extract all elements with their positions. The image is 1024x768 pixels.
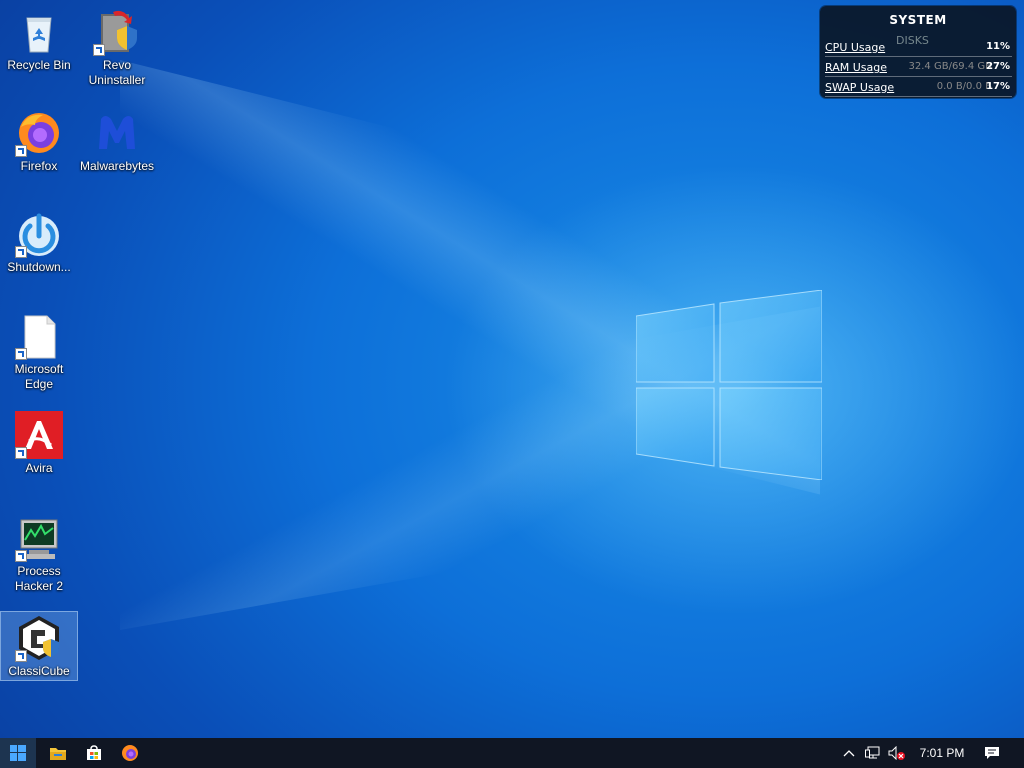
widget-title: SYSTEM <box>889 13 947 27</box>
cpu-usage-label: CPU Usage <box>825 41 886 54</box>
taskbar-clock[interactable]: 7:01 PM <box>910 738 974 768</box>
revo-uninstaller-icon <box>93 8 141 56</box>
classicube-icon <box>15 614 63 662</box>
taskbar-microsoft-store[interactable] <box>76 738 112 768</box>
windows-logo-wallpaper <box>636 290 822 480</box>
system-monitor-widget[interactable]: SYSTEM DISKS CPU Usage 11% RAM Usage 32.… <box>820 6 1016 98</box>
malwarebytes-icon <box>93 109 141 157</box>
ram-usage-detail: 32.4 GB/69.4 GB <box>908 61 992 72</box>
microsoft-store-icon <box>87 745 101 760</box>
desktop-icon-shutdown[interactable]: Shutdown... <box>1 208 77 276</box>
shortcut-arrow-icon <box>15 246 27 258</box>
ram-usage-label: RAM Usage <box>825 61 887 74</box>
action-center-icon <box>985 747 999 759</box>
desktop-icon-label: Recycle Bin <box>7 58 71 72</box>
desktop-icon-label: Shutdown... <box>7 260 71 274</box>
desktop-icon-label: Revo Uninstaller <box>88 58 146 87</box>
taskbar-firefox[interactable] <box>112 738 148 768</box>
widget-row-cpu: CPU Usage 11% <box>825 38 1012 57</box>
desktop-icon-firefox[interactable]: Firefox <box>1 107 77 175</box>
shortcut-arrow-icon <box>15 550 27 562</box>
shortcut-arrow-icon <box>15 650 27 662</box>
volume-muted-icon <box>888 746 905 760</box>
recycle-bin-icon <box>15 8 63 56</box>
firefox-icon <box>122 745 138 761</box>
swap-usage-value: 17% <box>986 81 1010 92</box>
volume-tray-button[interactable] <box>886 738 908 768</box>
desktop-icon-avira[interactable]: Avira <box>1 409 77 477</box>
windows-start-icon <box>10 745 26 761</box>
cpu-usage-value: 11% <box>986 41 1010 52</box>
avira-icon <box>15 411 63 459</box>
chevron-up-icon <box>843 750 855 757</box>
desktop-icon-malwarebytes[interactable]: Malwarebytes <box>79 107 155 175</box>
desktop-icon-process-hacker[interactable]: Process Hacker 2 <box>1 512 77 596</box>
shortcut-arrow-icon <box>15 447 27 459</box>
taskbar-file-explorer[interactable] <box>40 738 76 768</box>
network-icon <box>865 746 880 759</box>
firefox-icon <box>15 109 63 157</box>
network-tray-button[interactable] <box>862 738 884 768</box>
desktop-icon-revo-uninstaller[interactable]: Revo Uninstaller <box>79 6 155 90</box>
desktop-icon-label: Microsoft Edge <box>14 362 64 391</box>
file-explorer-icon <box>50 748 66 760</box>
desktop-icon-recycle-bin[interactable]: Recycle Bin <box>1 6 77 74</box>
process-hacker-icon <box>15 514 63 562</box>
desktop-icon-label: Process Hacker 2 <box>14 564 64 593</box>
shortcut-arrow-icon <box>93 44 105 56</box>
widget-row-ram: RAM Usage 32.4 GB/69.4 GB 27% <box>825 58 1012 77</box>
show-hidden-icons-button[interactable] <box>838 738 860 768</box>
action-center-button[interactable] <box>978 738 1006 768</box>
widget-row-swap: SWAP Usage 0.0 B/0.0 B 17% <box>825 78 1012 97</box>
desktop-icon-label: Malwarebytes <box>79 159 155 173</box>
swap-usage-label: SWAP Usage <box>825 81 895 94</box>
desktop-icon-microsoft-edge[interactable]: Microsoft Edge <box>1 310 77 394</box>
blank-file-icon <box>15 312 63 360</box>
shortcut-arrow-icon <box>15 145 27 157</box>
start-button[interactable] <box>0 738 36 768</box>
desktop-icon-label: Firefox <box>20 159 58 173</box>
desktop-icon-label: Avira <box>25 461 53 475</box>
desktop-icon-label: ClassiCube <box>8 664 70 678</box>
shutdown-icon <box>15 210 63 258</box>
desktop-icon-classicube[interactable]: ClassiCube <box>0 611 78 681</box>
ram-usage-value: 27% <box>986 61 1010 72</box>
taskbar: 7:01 PM <box>0 738 1024 768</box>
swap-usage-detail: 0.0 B/0.0 B <box>936 81 992 92</box>
shortcut-arrow-icon <box>15 348 27 360</box>
